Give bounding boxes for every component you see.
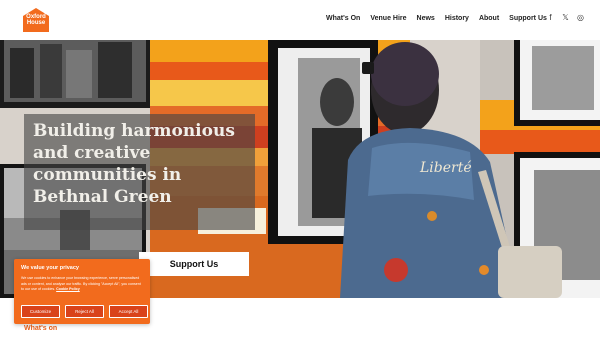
logo-text-line2: House bbox=[26, 20, 46, 26]
instagram-icon[interactable]: ◎ bbox=[576, 13, 585, 23]
nav-venue-hire[interactable]: Venue Hire bbox=[370, 15, 406, 22]
hero-headline: Building harmonious and creative communi… bbox=[33, 121, 235, 207]
headline-box: Building harmonious and creative communi… bbox=[24, 114, 255, 230]
cookie-title: We value your privacy bbox=[21, 265, 79, 271]
customize-button[interactable]: Customize bbox=[21, 305, 60, 318]
facebook-icon[interactable]: f bbox=[546, 13, 555, 23]
logo-text: Oxford House bbox=[23, 14, 49, 26]
nav-about[interactable]: About bbox=[479, 15, 499, 22]
nav-whats-on[interactable]: What's On bbox=[326, 15, 360, 22]
nav-history[interactable]: History bbox=[445, 15, 469, 22]
reject-all-button[interactable]: Reject All bbox=[65, 305, 104, 318]
cookie-buttons: Customize Reject All Accept All bbox=[21, 305, 148, 318]
logo[interactable]: Oxford House bbox=[23, 8, 49, 32]
support-us-button[interactable]: Support Us bbox=[139, 252, 249, 276]
jacket-text: Liberté bbox=[419, 160, 472, 176]
site-header: Oxford House What's On Venue Hire News H… bbox=[0, 0, 600, 40]
twitter-icon[interactable]: 𝕏 bbox=[561, 13, 570, 23]
cookie-text: We use cookies to enhance your browsing … bbox=[21, 276, 143, 293]
nav-support-us[interactable]: Support Us bbox=[509, 15, 547, 22]
social-links: f 𝕏 ◎ bbox=[546, 13, 585, 23]
cookie-policy-link[interactable]: Cookie Policy bbox=[56, 287, 80, 291]
cookie-banner: We value your privacy We use cookies to … bbox=[14, 259, 150, 324]
nav-news[interactable]: News bbox=[417, 15, 435, 22]
main-nav: What's On Venue Hire News History About … bbox=[326, 15, 547, 22]
whats-on-heading: What's on bbox=[24, 325, 58, 332]
accept-all-button[interactable]: Accept All bbox=[109, 305, 148, 318]
cookie-description: We use cookies to enhance your browsing … bbox=[21, 276, 141, 292]
